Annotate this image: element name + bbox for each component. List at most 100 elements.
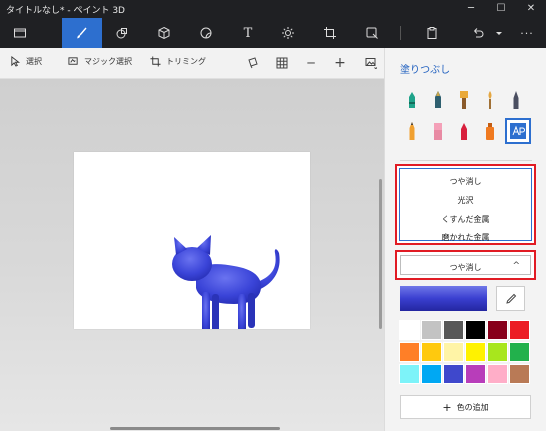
color-swatch[interactable]: [465, 320, 486, 340]
crop-canvas-icon: [324, 27, 336, 39]
cube-icon: [158, 26, 170, 40]
sun-icon: [282, 27, 294, 39]
finish-dropdown[interactable]: つや消し ^: [395, 250, 536, 280]
horizontal-scrollbar[interactable]: [110, 427, 280, 430]
grid-icon: [276, 57, 288, 69]
undo-icon: [474, 28, 484, 38]
3d-view-icon: [248, 57, 258, 69]
brush-icon: [77, 27, 87, 39]
color-swatch[interactable]: [399, 320, 420, 340]
workspace[interactable]: [0, 79, 384, 431]
thickness-track: [400, 160, 532, 161]
color-swatch[interactable]: [487, 342, 508, 362]
pixel-pen-brush[interactable]: [505, 89, 527, 111]
color-swatch[interactable]: [399, 364, 420, 384]
crayon-icon: [461, 123, 467, 140]
color-swatch[interactable]: [509, 320, 530, 340]
finish-option-gloss[interactable]: 光沢: [400, 195, 531, 206]
minimize-button[interactable]: ─: [456, 0, 486, 18]
crop-icon: [150, 56, 161, 67]
current-color-swatch[interactable]: [400, 286, 487, 311]
finish-option-polished-metal[interactable]: 磨かれた金属: [400, 232, 531, 243]
grid-button[interactable]: [275, 56, 289, 70]
maximize-button[interactable]: ☐: [486, 0, 516, 18]
color-swatch[interactable]: [465, 342, 486, 362]
3d-shapes-tool[interactable]: [144, 18, 184, 48]
secondary-toolbar: 選択 マジック選択 トリミング ─ +: [0, 48, 384, 79]
toolbar-divider: [400, 26, 401, 40]
image-icon: [365, 58, 377, 69]
color-swatch[interactable]: [509, 364, 530, 384]
main-toolbar: T ···: [0, 18, 546, 48]
2d-shapes-icon: [116, 28, 127, 39]
crop-label: トリミング: [166, 57, 206, 66]
brushes-tool[interactable]: [62, 18, 102, 48]
3d-library-tool[interactable]: [352, 18, 392, 48]
paste-button[interactable]: [412, 18, 452, 48]
fill-brush[interactable]: [505, 118, 531, 144]
clipboard-icon: [427, 27, 437, 39]
eraser-brush[interactable]: [427, 120, 449, 142]
pixel-pen-icon: [513, 91, 519, 109]
eraser-icon: [434, 123, 442, 140]
panel-title: 塗りつぶし: [400, 65, 451, 76]
effects-tool[interactable]: [268, 18, 308, 48]
crayon-brush[interactable]: [453, 120, 475, 142]
vertical-scrollbar[interactable]: [379, 179, 382, 329]
spray-can-icon: [486, 123, 494, 140]
color-swatch[interactable]: [487, 320, 508, 340]
color-swatch[interactable]: [421, 364, 442, 384]
select-button[interactable]: 選択: [10, 56, 42, 67]
fill-icon: [510, 123, 526, 139]
finish-option-dull-metal[interactable]: くすんだ金属: [400, 214, 531, 225]
view-options-button[interactable]: [362, 56, 380, 70]
marker-brush[interactable]: [401, 89, 423, 111]
folder-icon: [14, 28, 26, 38]
pencil-brush[interactable]: [401, 120, 423, 142]
color-swatch[interactable]: [443, 320, 464, 340]
magic-select-icon: [68, 57, 78, 65]
chevron-down-icon: [496, 32, 502, 35]
title-bar: タイトルなし* - ペイント 3D ─ ☐ ✕: [0, 0, 546, 18]
finish-options-list: つや消し 光沢 くすんだ金属 磨かれた金属: [395, 164, 536, 245]
color-swatch[interactable]: [399, 342, 420, 362]
oil-brush[interactable]: [453, 89, 475, 111]
watercolor-brush[interactable]: [479, 89, 501, 111]
more-button[interactable]: ···: [510, 18, 544, 48]
2d-shapes-tool[interactable]: [102, 18, 142, 48]
add-color-button[interactable]: + 色の追加: [400, 395, 531, 419]
color-swatch[interactable]: [465, 364, 486, 384]
calligraphy-pen-brush[interactable]: [427, 89, 449, 111]
chevron-up-icon: ^: [512, 261, 520, 271]
canvas[interactable]: [74, 152, 310, 329]
pencil-icon: [409, 122, 415, 140]
zoom-in-button[interactable]: +: [333, 55, 347, 71]
zoom-out-button[interactable]: ─: [304, 56, 318, 70]
text-tool[interactable]: T: [228, 18, 268, 48]
calligraphy-pen-icon: [435, 91, 441, 108]
magic-select-button[interactable]: マジック選択: [68, 56, 132, 67]
finish-option-matte[interactable]: つや消し: [400, 176, 531, 187]
close-button[interactable]: ✕: [516, 0, 546, 18]
color-swatch[interactable]: [443, 364, 464, 384]
select-label: 選択: [26, 57, 42, 66]
crop-button[interactable]: トリミング: [150, 56, 206, 67]
history-dropdown[interactable]: [492, 18, 506, 48]
3d-view-button[interactable]: [246, 56, 260, 70]
color-swatch[interactable]: [421, 320, 442, 340]
color-swatch[interactable]: [509, 342, 530, 362]
add-color-label: 色の追加: [456, 402, 489, 412]
stickers-tool[interactable]: [186, 18, 226, 48]
menu-button[interactable]: [0, 18, 40, 48]
finish-selected-label: つや消し: [449, 263, 482, 272]
canvas-tool[interactable]: [310, 18, 350, 48]
oil-brush-icon: [460, 91, 468, 109]
marker-icon: [409, 92, 415, 108]
color-swatch[interactable]: [443, 342, 464, 362]
eyedropper-button[interactable]: [496, 286, 525, 311]
window-title: タイトルなし* - ペイント 3D: [6, 6, 125, 16]
spray-can-brush[interactable]: [479, 120, 501, 142]
cat-3d-model[interactable]: [74, 152, 310, 329]
color-swatch[interactable]: [421, 342, 442, 362]
color-swatch[interactable]: [487, 364, 508, 384]
